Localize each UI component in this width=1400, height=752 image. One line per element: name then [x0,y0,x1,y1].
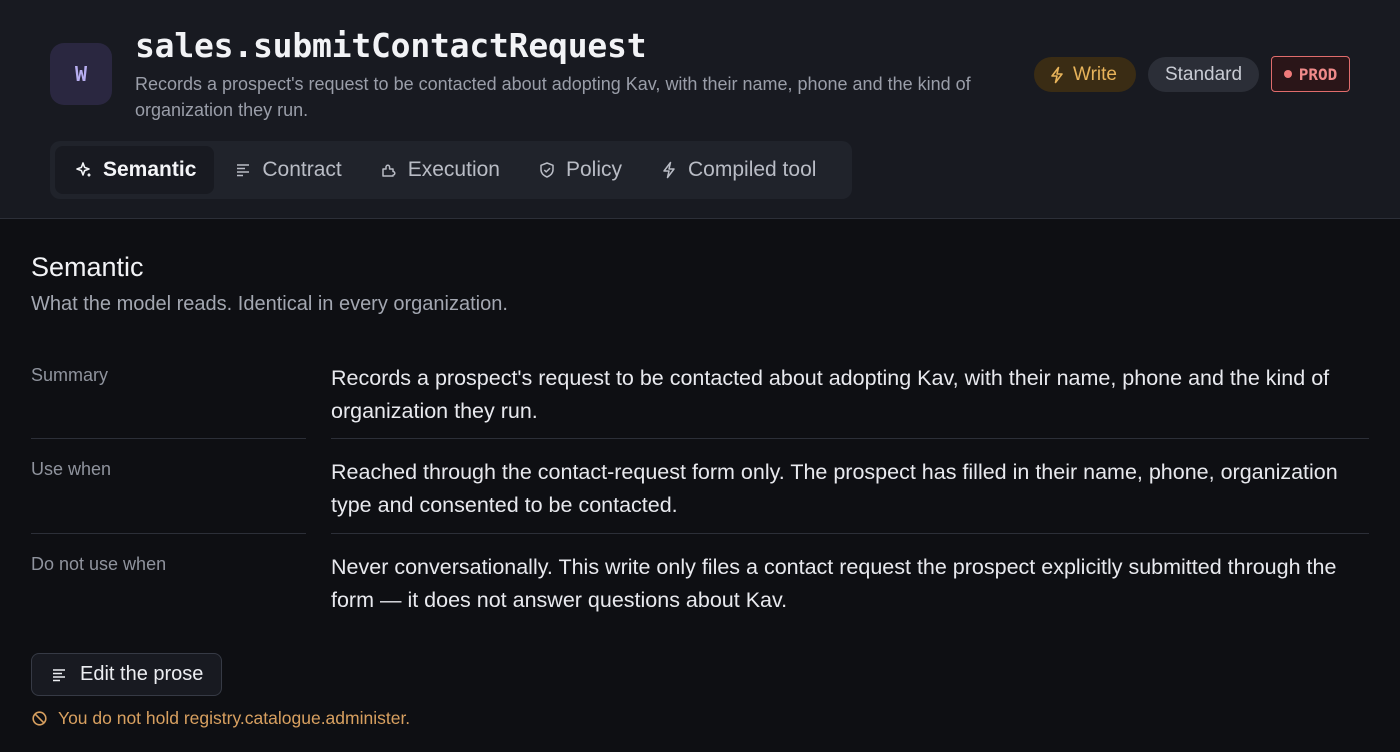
tab-bar: Semantic Contract Execution Policy Compi… [50,141,852,199]
row-label: Summary [31,365,109,385]
edit-prose-label: Edit the prose [80,663,204,685]
section-subtitle: What the model reads. Identical in every… [31,293,508,315]
tab-label: Compiled tool [688,158,817,181]
bolt-icon [1051,66,1063,83]
tool-title: sales.submitContactRequest [135,26,647,65]
row-label: Do not use when [31,554,167,574]
prohibited-icon [32,711,47,726]
write-badge-label: Write [1073,63,1117,85]
edit-prose-button[interactable]: Edit the prose [31,653,222,696]
divider [331,533,1369,534]
tab-label: Policy [565,158,623,181]
tool-header: W sales.submitContactRequest Records a p… [0,0,1400,219]
section-title: Semantic [31,252,144,282]
prod-badge: PROD [1271,56,1350,92]
permission-warning-text: You do not hold registry.catalogue.admin… [58,708,411,728]
write-badge: Write [1034,57,1136,92]
tool-subtitle: Records a prospect's request to be conta… [135,74,971,120]
row-value: Records a prospect's request to be conta… [331,366,1330,423]
divider [31,533,306,534]
lines-icon [237,164,250,177]
tab-semantic[interactable]: Semantic [55,146,215,194]
tab-execution[interactable]: Execution [360,146,518,194]
tab-label: Contract [262,158,342,181]
standard-badge: Standard [1148,57,1259,92]
tab-policy[interactable]: Policy [518,146,640,194]
row-label: Use when [31,459,112,479]
tab-contract[interactable]: Contract [214,146,359,194]
row-value: Never conversationally. This write only … [331,555,1337,612]
puzzle-icon [382,164,396,177]
tab-compiled-tool[interactable]: Compiled tool [640,146,834,194]
tab-label: Semantic [103,158,197,181]
shield-icon [540,162,554,178]
row-value: Reached through the contact-request form… [331,460,1338,517]
bolt-icon [663,161,675,179]
standard-badge-label: Standard [1164,63,1243,85]
prod-badge-label: PROD [1298,64,1338,84]
lines-icon [53,668,65,681]
tab-label: Execution [407,158,500,181]
sparkle-icon [76,162,91,177]
divider [331,438,1369,439]
divider [31,438,306,439]
permission-warning: You do not hold registry.catalogue.admin… [31,708,410,729]
status-dot-icon [1283,70,1292,78]
tool-avatar: W [50,43,112,105]
